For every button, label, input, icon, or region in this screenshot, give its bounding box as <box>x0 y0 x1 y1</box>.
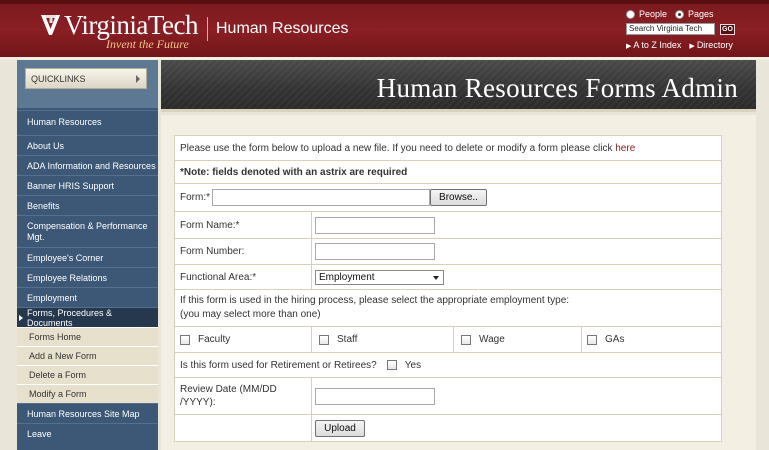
sidebar-item-forms-procedures[interactable]: Forms, Procedures & Documents <box>17 307 158 328</box>
label-staff: Staff <box>337 334 358 345</box>
sub-item-forms-home[interactable]: Forms Home <box>17 327 158 346</box>
sidebar: QUICKLINKS Human Resources About Us ADA … <box>17 60 158 450</box>
chevron-down-icon <box>433 275 439 280</box>
sidebar-item-human-resources[interactable]: Human Resources <box>17 110 158 132</box>
main-content: Please use the form below to upload a ne… <box>161 115 756 450</box>
radio-people-label: People <box>639 9 668 19</box>
search-input[interactable]: Search Virginia Tech <box>626 23 715 35</box>
review-date-label-2: /YYYY): <box>180 397 216 408</box>
a-to-z-label: A to Z Index <box>633 40 682 50</box>
upload-row: Upload <box>175 415 722 442</box>
review-date-label-1: Review Date (MM/DD <box>180 384 277 395</box>
sidebar-item-about-us[interactable]: About Us <box>17 135 158 155</box>
page-title-bar: Human Resources Forms Admin <box>161 60 756 112</box>
checkbox-staff[interactable] <box>319 334 329 345</box>
column-divider <box>453 327 454 352</box>
sidebar-item-employees-corner[interactable]: Employee's Corner <box>17 247 158 267</box>
upload-form: Please use the form below to upload a ne… <box>174 135 722 442</box>
logo-tagline: Invent the Future <box>106 37 189 51</box>
required-note: *Note: fields denoted with an astrix are… <box>180 166 408 178</box>
functional-area-label: Functional Area:* <box>180 271 257 283</box>
note-row: *Note: fields denoted with an astrix are… <box>175 161 722 184</box>
employment-type-row: Faculty Staff Wage GAs <box>175 327 722 353</box>
chevron-right-icon <box>136 75 140 83</box>
review-date-row: Review Date (MM/DD /YYYY): <box>175 378 722 415</box>
form-name-input[interactable] <box>315 216 435 234</box>
sidebar-item-ada[interactable]: ADA Information and Resources <box>17 155 158 175</box>
retirement-question: Is this form used for Retirement or Reti… <box>180 359 377 371</box>
header-section-title[interactable]: Human Resources <box>216 20 349 38</box>
quicklinks-area: QUICKLINKS <box>17 60 158 108</box>
form-file-input[interactable] <box>212 189 430 206</box>
functional-area-value: Employment <box>319 271 375 283</box>
sidebar-item-benefits[interactable]: Benefits <box>17 195 158 215</box>
checkbox-wage[interactable] <box>461 334 471 345</box>
directory-label: Directory <box>696 40 733 50</box>
functional-area-select[interactable]: Employment <box>315 269 444 285</box>
form-name-row: Form Name:* <box>175 212 722 239</box>
form-number-input[interactable] <box>315 243 435 260</box>
sidebar-item-employment[interactable]: Employment <box>17 287 158 307</box>
intro-row: Please use the form below to upload a ne… <box>175 136 722 161</box>
sidebar-item-leave[interactable]: Leave <box>17 423 158 443</box>
radio-people[interactable]: People <box>626 9 667 19</box>
form-file-row: Form:* Browse.. <box>175 184 722 212</box>
quicklinks-label: QUICKLINKS <box>31 73 86 84</box>
form-name-label: Form Name:* <box>180 219 240 231</box>
search-go-button[interactable]: GO <box>720 23 735 35</box>
sub-item-modify-form[interactable]: Modify a Form <box>17 384 158 403</box>
header-divider <box>207 17 208 41</box>
form-number-label: Form Number: <box>180 246 245 257</box>
vt-emblem-icon <box>41 15 60 35</box>
sub-item-add-form[interactable]: Add a New Form <box>17 346 158 365</box>
sidebar-item-employee-relations[interactable]: Employee Relations <box>17 267 158 287</box>
checkbox-retirement-yes[interactable] <box>386 360 397 370</box>
arrow-right-icon: ▶ <box>689 43 695 50</box>
radio-pages-label: Pages <box>688 9 714 19</box>
column-divider <box>311 327 312 352</box>
hiring-row: If this form is used in the hiring proce… <box>175 290 722 327</box>
intro-here-link[interactable]: here <box>615 143 635 154</box>
upload-button[interactable]: Upload <box>315 419 365 437</box>
sidebar-item-compensation[interactable]: Compensation & Performance Mgt. <box>17 215 158 247</box>
a-to-z-link[interactable]: ▶ A to Z Index <box>626 40 681 50</box>
checkbox-faculty[interactable] <box>180 334 190 345</box>
site-search: People Pages Search Virginia Tech GO ▶ A … <box>626 7 746 50</box>
label-retirement-yes: Yes <box>404 359 422 371</box>
arrow-right-icon: ▶ <box>626 43 632 50</box>
directory-link[interactable]: ▶ Directory <box>689 40 732 50</box>
sidebar-item-banner-hris[interactable]: Banner HRIS Support <box>17 175 158 195</box>
radio-pages-icon[interactable] <box>675 9 685 19</box>
hiring-text-2: (you may select more than one) <box>180 309 321 320</box>
quicklinks-button[interactable]: QUICKLINKS <box>25 68 147 89</box>
review-date-input[interactable] <box>315 387 435 405</box>
site-header: VirginiaTech Invent the Future Human Res… <box>0 0 769 60</box>
sidebar-item-site-map[interactable]: Human Resources Site Map <box>17 403 158 423</box>
page-title: Human Resources Forms Admin <box>376 73 738 103</box>
radio-people-icon[interactable] <box>626 9 635 19</box>
functional-area-row: Functional Area:* Employment <box>175 265 722 290</box>
checkbox-gas[interactable] <box>587 334 597 345</box>
radio-pages[interactable]: Pages <box>675 9 714 19</box>
retirement-row: Is this form used for Retirement or Reti… <box>175 353 722 378</box>
label-faculty: Faculty <box>198 334 231 345</box>
sub-item-delete-form[interactable]: Delete a Form <box>17 365 158 384</box>
browse-button[interactable]: Browse.. <box>430 189 487 206</box>
label-wage: Wage <box>479 334 505 345</box>
label-gas: GAs <box>605 334 625 345</box>
hiring-text-1: If this form is used in the hiring proce… <box>180 295 570 306</box>
form-number-row: Form Number: <box>175 239 722 265</box>
intro-text: Please use the form below to upload a ne… <box>180 142 613 154</box>
